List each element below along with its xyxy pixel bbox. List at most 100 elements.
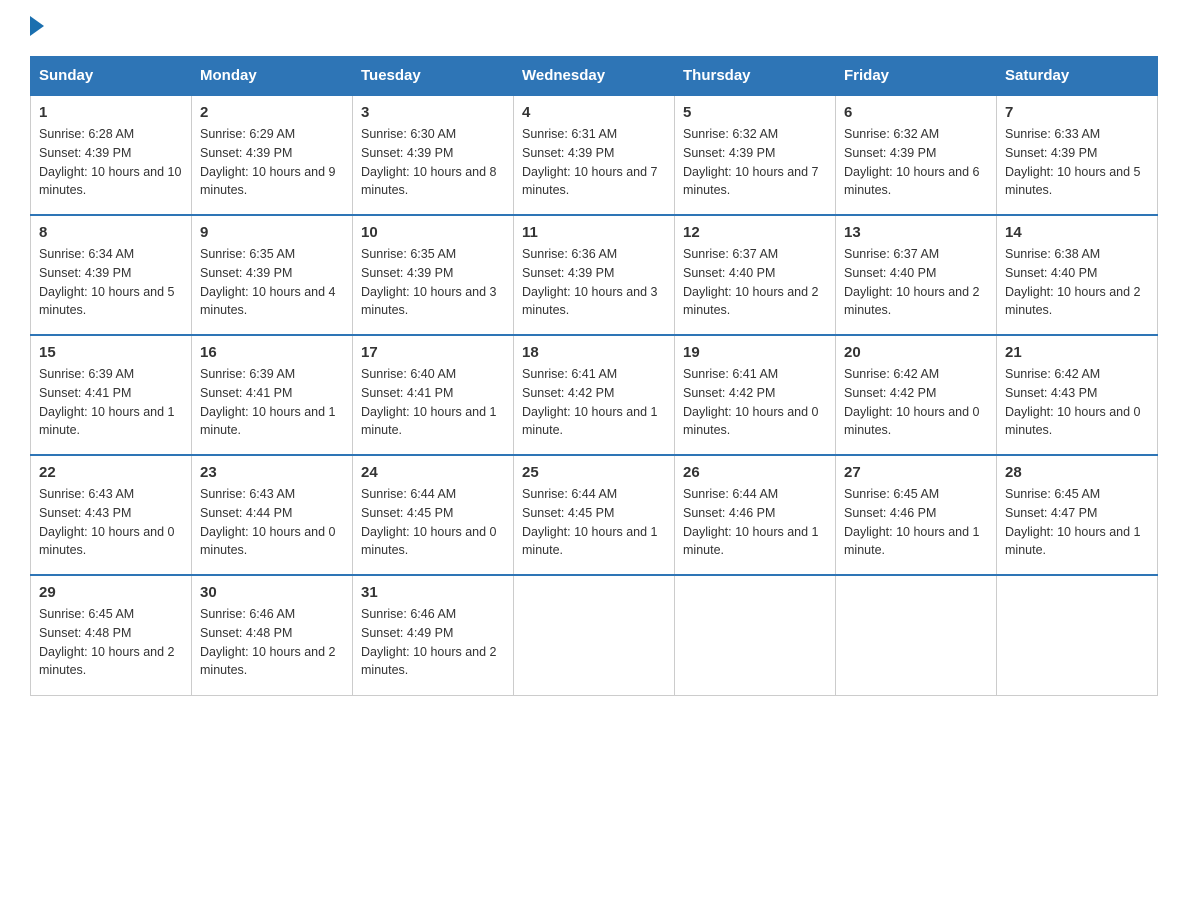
day-number: 13: [844, 224, 988, 241]
day-info: Sunrise: 6:35 AM Sunset: 4:39 PM Dayligh…: [200, 245, 344, 320]
day-number: 17: [361, 344, 505, 361]
page-header: [30, 20, 1158, 36]
day-info: Sunrise: 6:32 AM Sunset: 4:39 PM Dayligh…: [844, 125, 988, 200]
calendar-cell: 22 Sunrise: 6:43 AM Sunset: 4:43 PM Dayl…: [31, 455, 192, 575]
day-number: 26: [683, 464, 827, 481]
day-number: 27: [844, 464, 988, 481]
calendar-header-tuesday: Tuesday: [353, 57, 514, 96]
day-number: 25: [522, 464, 666, 481]
logo-arrow-icon: [30, 16, 44, 36]
day-info: Sunrise: 6:46 AM Sunset: 4:48 PM Dayligh…: [200, 605, 344, 680]
day-number: 1: [39, 104, 183, 121]
day-info: Sunrise: 6:41 AM Sunset: 4:42 PM Dayligh…: [683, 365, 827, 440]
calendar-cell: 30 Sunrise: 6:46 AM Sunset: 4:48 PM Dayl…: [192, 575, 353, 695]
day-info: Sunrise: 6:37 AM Sunset: 4:40 PM Dayligh…: [844, 245, 988, 320]
calendar-cell: 28 Sunrise: 6:45 AM Sunset: 4:47 PM Dayl…: [997, 455, 1158, 575]
calendar-cell: 16 Sunrise: 6:39 AM Sunset: 4:41 PM Dayl…: [192, 335, 353, 455]
calendar-cell: 1 Sunrise: 6:28 AM Sunset: 4:39 PM Dayli…: [31, 95, 192, 215]
calendar-cell: 7 Sunrise: 6:33 AM Sunset: 4:39 PM Dayli…: [997, 95, 1158, 215]
calendar-cell: 11 Sunrise: 6:36 AM Sunset: 4:39 PM Dayl…: [514, 215, 675, 335]
day-info: Sunrise: 6:43 AM Sunset: 4:44 PM Dayligh…: [200, 485, 344, 560]
calendar-cell: 27 Sunrise: 6:45 AM Sunset: 4:46 PM Dayl…: [836, 455, 997, 575]
calendar-cell: 26 Sunrise: 6:44 AM Sunset: 4:46 PM Dayl…: [675, 455, 836, 575]
calendar-cell: 9 Sunrise: 6:35 AM Sunset: 4:39 PM Dayli…: [192, 215, 353, 335]
calendar-cell: 4 Sunrise: 6:31 AM Sunset: 4:39 PM Dayli…: [514, 95, 675, 215]
calendar-week-row: 29 Sunrise: 6:45 AM Sunset: 4:48 PM Dayl…: [31, 575, 1158, 695]
calendar-cell: 24 Sunrise: 6:44 AM Sunset: 4:45 PM Dayl…: [353, 455, 514, 575]
calendar-cell: 31 Sunrise: 6:46 AM Sunset: 4:49 PM Dayl…: [353, 575, 514, 695]
day-number: 2: [200, 104, 344, 121]
calendar-cell: 14 Sunrise: 6:38 AM Sunset: 4:40 PM Dayl…: [997, 215, 1158, 335]
day-info: Sunrise: 6:42 AM Sunset: 4:42 PM Dayligh…: [844, 365, 988, 440]
day-info: Sunrise: 6:33 AM Sunset: 4:39 PM Dayligh…: [1005, 125, 1149, 200]
day-info: Sunrise: 6:29 AM Sunset: 4:39 PM Dayligh…: [200, 125, 344, 200]
day-info: Sunrise: 6:39 AM Sunset: 4:41 PM Dayligh…: [39, 365, 183, 440]
day-info: Sunrise: 6:36 AM Sunset: 4:39 PM Dayligh…: [522, 245, 666, 320]
calendar-cell: 18 Sunrise: 6:41 AM Sunset: 4:42 PM Dayl…: [514, 335, 675, 455]
day-number: 28: [1005, 464, 1149, 481]
calendar-table: SundayMondayTuesdayWednesdayThursdayFrid…: [30, 56, 1158, 696]
day-number: 7: [1005, 104, 1149, 121]
logo: [30, 20, 44, 36]
day-info: Sunrise: 6:44 AM Sunset: 4:45 PM Dayligh…: [361, 485, 505, 560]
calendar-cell: 15 Sunrise: 6:39 AM Sunset: 4:41 PM Dayl…: [31, 335, 192, 455]
calendar-cell: [675, 575, 836, 695]
calendar-week-row: 8 Sunrise: 6:34 AM Sunset: 4:39 PM Dayli…: [31, 215, 1158, 335]
calendar-week-row: 1 Sunrise: 6:28 AM Sunset: 4:39 PM Dayli…: [31, 95, 1158, 215]
day-number: 12: [683, 224, 827, 241]
day-info: Sunrise: 6:32 AM Sunset: 4:39 PM Dayligh…: [683, 125, 827, 200]
day-number: 31: [361, 584, 505, 601]
calendar-cell: [836, 575, 997, 695]
calendar-cell: 8 Sunrise: 6:34 AM Sunset: 4:39 PM Dayli…: [31, 215, 192, 335]
day-info: Sunrise: 6:40 AM Sunset: 4:41 PM Dayligh…: [361, 365, 505, 440]
calendar-cell: 19 Sunrise: 6:41 AM Sunset: 4:42 PM Dayl…: [675, 335, 836, 455]
calendar-cell: 12 Sunrise: 6:37 AM Sunset: 4:40 PM Dayl…: [675, 215, 836, 335]
day-number: 11: [522, 224, 666, 241]
day-number: 8: [39, 224, 183, 241]
day-info: Sunrise: 6:43 AM Sunset: 4:43 PM Dayligh…: [39, 485, 183, 560]
calendar-header-wednesday: Wednesday: [514, 57, 675, 96]
day-info: Sunrise: 6:28 AM Sunset: 4:39 PM Dayligh…: [39, 125, 183, 200]
calendar-header-row: SundayMondayTuesdayWednesdayThursdayFrid…: [31, 57, 1158, 96]
calendar-header-saturday: Saturday: [997, 57, 1158, 96]
calendar-cell: 29 Sunrise: 6:45 AM Sunset: 4:48 PM Dayl…: [31, 575, 192, 695]
day-number: 30: [200, 584, 344, 601]
day-number: 24: [361, 464, 505, 481]
day-info: Sunrise: 6:41 AM Sunset: 4:42 PM Dayligh…: [522, 365, 666, 440]
day-number: 10: [361, 224, 505, 241]
day-number: 14: [1005, 224, 1149, 241]
day-info: Sunrise: 6:34 AM Sunset: 4:39 PM Dayligh…: [39, 245, 183, 320]
day-info: Sunrise: 6:39 AM Sunset: 4:41 PM Dayligh…: [200, 365, 344, 440]
day-info: Sunrise: 6:30 AM Sunset: 4:39 PM Dayligh…: [361, 125, 505, 200]
day-number: 3: [361, 104, 505, 121]
calendar-cell: 10 Sunrise: 6:35 AM Sunset: 4:39 PM Dayl…: [353, 215, 514, 335]
day-number: 5: [683, 104, 827, 121]
day-number: 23: [200, 464, 344, 481]
day-info: Sunrise: 6:38 AM Sunset: 4:40 PM Dayligh…: [1005, 245, 1149, 320]
day-info: Sunrise: 6:45 AM Sunset: 4:46 PM Dayligh…: [844, 485, 988, 560]
day-number: 20: [844, 344, 988, 361]
day-number: 29: [39, 584, 183, 601]
day-number: 6: [844, 104, 988, 121]
calendar-header-sunday: Sunday: [31, 57, 192, 96]
calendar-header-friday: Friday: [836, 57, 997, 96]
calendar-week-row: 22 Sunrise: 6:43 AM Sunset: 4:43 PM Dayl…: [31, 455, 1158, 575]
day-number: 22: [39, 464, 183, 481]
calendar-cell: [514, 575, 675, 695]
calendar-header-monday: Monday: [192, 57, 353, 96]
calendar-cell: 20 Sunrise: 6:42 AM Sunset: 4:42 PM Dayl…: [836, 335, 997, 455]
day-number: 21: [1005, 344, 1149, 361]
day-info: Sunrise: 6:44 AM Sunset: 4:46 PM Dayligh…: [683, 485, 827, 560]
calendar-cell: 17 Sunrise: 6:40 AM Sunset: 4:41 PM Dayl…: [353, 335, 514, 455]
day-info: Sunrise: 6:31 AM Sunset: 4:39 PM Dayligh…: [522, 125, 666, 200]
calendar-cell: [997, 575, 1158, 695]
day-info: Sunrise: 6:44 AM Sunset: 4:45 PM Dayligh…: [522, 485, 666, 560]
calendar-cell: 25 Sunrise: 6:44 AM Sunset: 4:45 PM Dayl…: [514, 455, 675, 575]
day-number: 18: [522, 344, 666, 361]
calendar-cell: 3 Sunrise: 6:30 AM Sunset: 4:39 PM Dayli…: [353, 95, 514, 215]
calendar-cell: 6 Sunrise: 6:32 AM Sunset: 4:39 PM Dayli…: [836, 95, 997, 215]
calendar-cell: 5 Sunrise: 6:32 AM Sunset: 4:39 PM Dayli…: [675, 95, 836, 215]
day-info: Sunrise: 6:42 AM Sunset: 4:43 PM Dayligh…: [1005, 365, 1149, 440]
day-number: 4: [522, 104, 666, 121]
calendar-cell: 23 Sunrise: 6:43 AM Sunset: 4:44 PM Dayl…: [192, 455, 353, 575]
